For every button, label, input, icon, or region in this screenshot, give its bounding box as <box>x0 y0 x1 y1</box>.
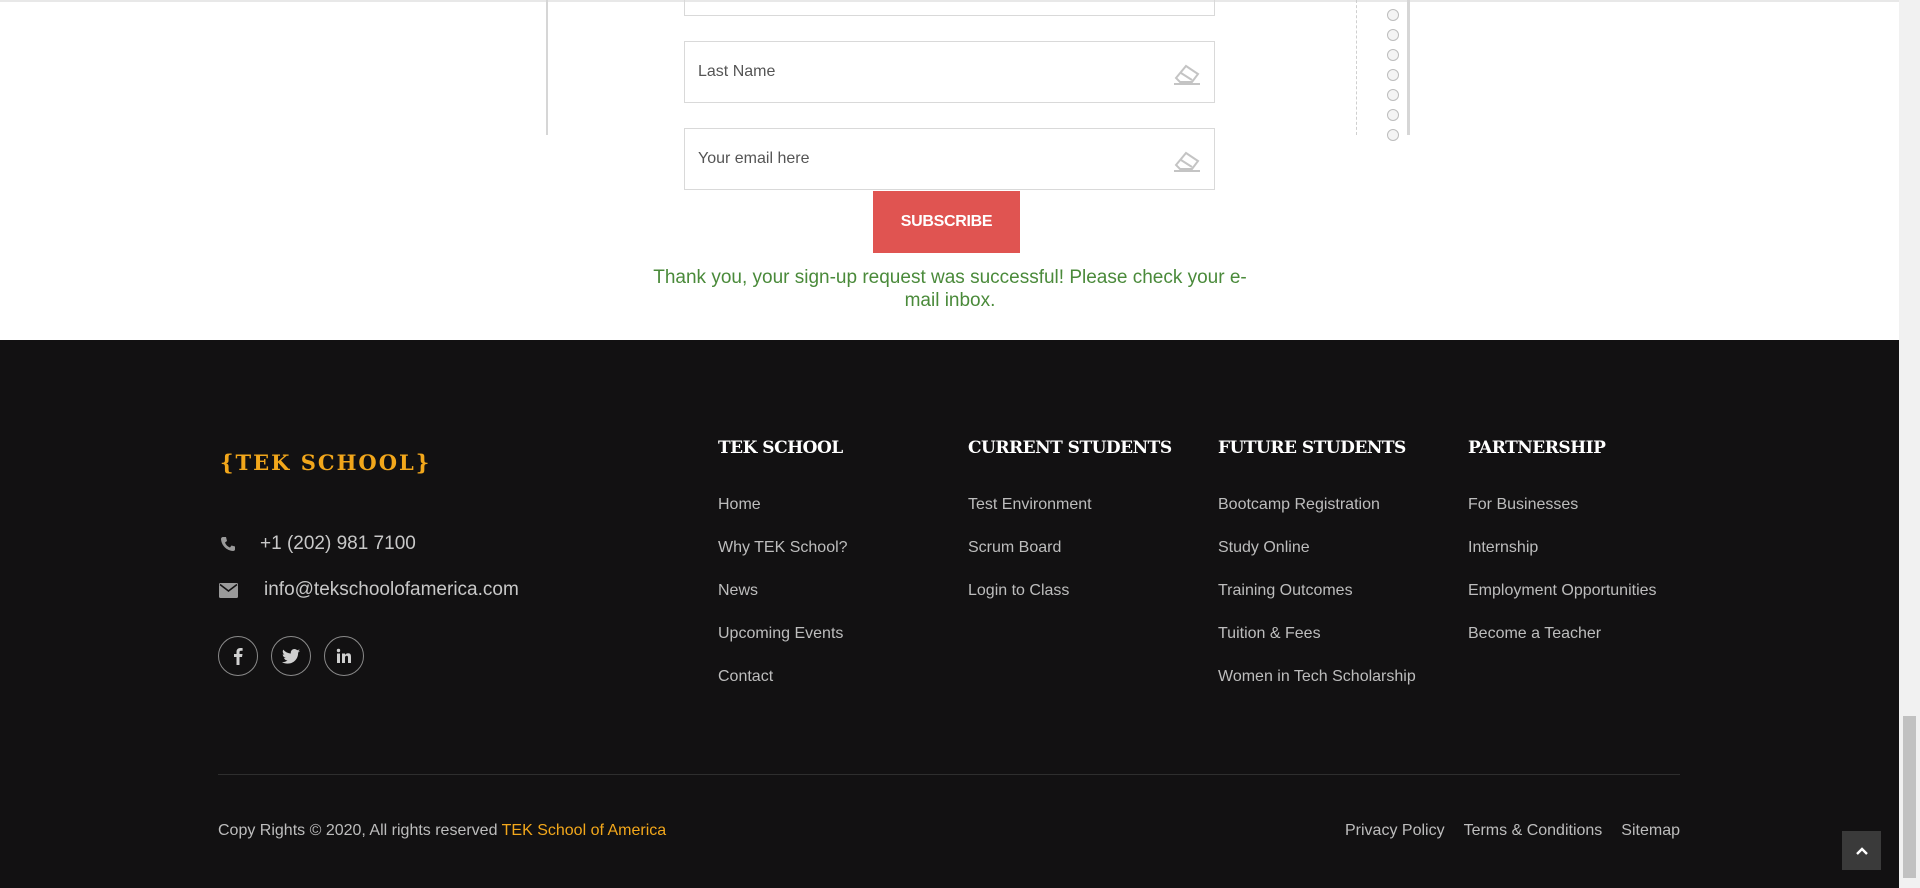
phone-icon <box>218 534 238 554</box>
footer-link-why-tek-school[interactable]: Why TEK School? <box>718 538 848 581</box>
footer-link-tuition-fees[interactable]: Tuition & Fees <box>1218 624 1416 667</box>
page-scrollbar[interactable] <box>1899 0 1920 888</box>
legal-links: Privacy Policy Terms & Conditions Sitema… <box>1345 822 1680 840</box>
first-name-field[interactable] <box>684 0 1215 16</box>
footer-divider <box>218 774 1680 775</box>
contact-phone: +1 (202) 981 7100 <box>218 533 416 555</box>
notebook-binder <box>1356 0 1408 141</box>
copyright: Copy Rights © 2020, All rights reserved … <box>218 822 666 840</box>
social-links <box>218 636 364 676</box>
scrollbar-thumb[interactable] <box>1903 716 1916 878</box>
footer-link-become-a-teacher[interactable]: Become a Teacher <box>1468 624 1657 667</box>
newsletter-section: SUBSCRIBE Thank you, your sign-up reques… <box>0 0 1899 340</box>
copyright-brand-link[interactable]: TEK School of America <box>502 822 667 839</box>
footer-link-news[interactable]: News <box>718 581 848 624</box>
binder-hole <box>1387 29 1399 41</box>
phone-number[interactable]: +1 (202) 981 7100 <box>260 533 416 555</box>
binder-hole <box>1387 129 1399 141</box>
footer-column-future-students: FUTURE STUDENTS Bootcamp Registration St… <box>1218 438 1416 710</box>
footer-link-bootcamp-registration[interactable]: Bootcamp Registration <box>1218 495 1416 538</box>
footer-link-login-to-class[interactable]: Login to Class <box>968 581 1172 624</box>
chevron-up-icon <box>1855 846 1868 855</box>
footer-link-scrum-board[interactable]: Scrum Board <box>968 538 1172 581</box>
binder-hole <box>1387 89 1399 101</box>
linkedin-icon[interactable] <box>324 636 364 676</box>
success-message: Thank you, your sign-up request was succ… <box>653 267 1247 311</box>
footer-link-internship[interactable]: Internship <box>1468 538 1657 581</box>
binder-hole <box>1387 49 1399 61</box>
footer-link-test-environment[interactable]: Test Environment <box>968 495 1172 538</box>
column-title: TEK SCHOOL <box>718 438 843 458</box>
email-input[interactable] <box>685 129 1214 189</box>
footer-link-women-in-tech[interactable]: Women in Tech Scholarship <box>1218 667 1416 710</box>
envelope-icon <box>218 580 238 600</box>
eraser-icon <box>1174 64 1200 85</box>
footer-link-study-online[interactable]: Study Online <box>1218 538 1416 581</box>
footer-link-contact[interactable]: Contact <box>718 667 848 710</box>
binder-hole <box>1387 109 1399 121</box>
binder-hole <box>1387 69 1399 81</box>
binder-hole <box>1387 9 1399 21</box>
footer-link-upcoming-events[interactable]: Upcoming Events <box>718 624 848 667</box>
email-address[interactable]: info@tekschoolofamerica.com <box>264 579 519 601</box>
back-to-top-button[interactable] <box>1842 831 1881 870</box>
footer-link-home[interactable]: Home <box>718 495 848 538</box>
facebook-icon[interactable] <box>218 636 258 676</box>
footer-column-partnership: PARTNERSHIP For Businesses Internship Em… <box>1468 438 1657 667</box>
last-name-field[interactable] <box>684 41 1215 103</box>
email-field[interactable] <box>684 128 1215 190</box>
last-name-input[interactable] <box>685 42 1214 102</box>
copyright-text: Copy Rights © 2020, All rights reserved <box>218 822 502 839</box>
subscribe-button[interactable]: SUBSCRIBE <box>873 191 1020 253</box>
footer-link-training-outcomes[interactable]: Training Outcomes <box>1218 581 1416 624</box>
footer-column-current-students: CURRENT STUDENTS Test Environment Scrum … <box>968 438 1172 624</box>
column-title: FUTURE STUDENTS <box>1218 438 1406 458</box>
twitter-icon[interactable] <box>271 636 311 676</box>
contact-email: info@tekschoolofamerica.com <box>218 579 519 601</box>
site-footer: {TEK SCHOOL} +1 (202) 981 7100 info@teks… <box>0 340 1899 888</box>
footer-logo[interactable]: {TEK SCHOOL} <box>220 450 431 475</box>
sitemap-link[interactable]: Sitemap <box>1621 822 1680 840</box>
footer-column-tek-school: TEK SCHOOL Home Why TEK School? News Upc… <box>718 438 848 710</box>
eraser-icon <box>1174 151 1200 172</box>
footer-link-for-businesses[interactable]: For Businesses <box>1468 495 1657 538</box>
terms-conditions-link[interactable]: Terms & Conditions <box>1464 822 1603 840</box>
footer-link-employment-opportunities[interactable]: Employment Opportunities <box>1468 581 1657 624</box>
privacy-policy-link[interactable]: Privacy Policy <box>1345 822 1445 840</box>
column-title: CURRENT STUDENTS <box>968 438 1172 458</box>
column-title: PARTNERSHIP <box>1468 438 1606 458</box>
